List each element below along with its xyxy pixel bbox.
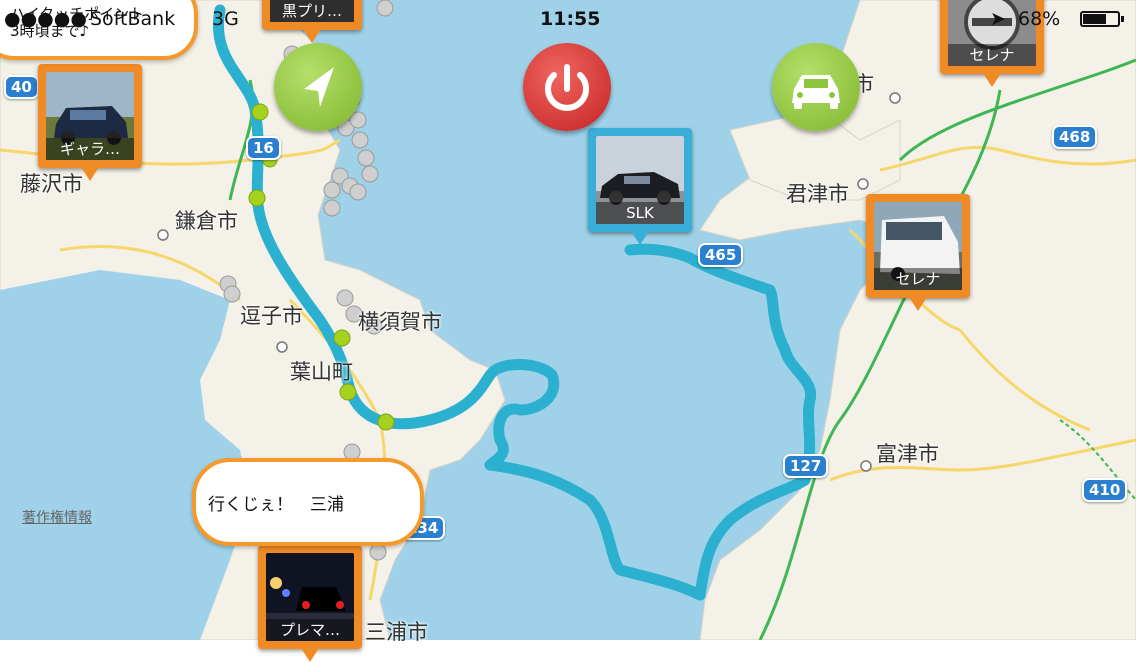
highway-shield-410: 410 xyxy=(1082,478,1128,502)
power-button[interactable] xyxy=(523,43,611,131)
battery-percent: 68% xyxy=(1018,8,1061,30)
car-mode-button[interactable] xyxy=(772,43,860,131)
car-pin-serena[interactable]: セレナ xyxy=(866,194,970,311)
power-icon xyxy=(545,64,589,111)
car-icon xyxy=(792,75,840,109)
signal-strength: ●●●●● xyxy=(4,8,87,30)
pin-tail xyxy=(81,167,99,181)
carrier-name: SoftBank xyxy=(90,8,176,30)
pin-tail xyxy=(301,648,319,662)
car-pin-premacy[interactable]: プレマ… xyxy=(258,545,362,662)
place-label-miura: 三浦市 xyxy=(365,620,428,644)
pin-tail xyxy=(631,231,649,245)
car-pin-caption: セレナ xyxy=(874,268,962,290)
highway-shield-468: 468 xyxy=(1052,125,1098,149)
clock: 11:55 xyxy=(540,8,601,30)
comment-bubble[interactable]: 行くじぇ！ 三浦 xyxy=(192,458,424,546)
place-label-zushi: 逗子市 xyxy=(240,304,303,328)
navigation-arrow-icon xyxy=(304,67,334,107)
car-pin-kuro-prius[interactable]: 黒プリ… xyxy=(262,0,362,43)
car-pin-gallant[interactable]: ギャラ… xyxy=(38,64,142,181)
highway-shield-40: 40 xyxy=(4,75,39,99)
car-pin-caption: プレマ… xyxy=(266,619,354,641)
place-label-futtsu: 富津市 xyxy=(876,442,939,466)
car-pin-caption: ギャラ… xyxy=(46,138,134,160)
place-label-fujisawa: 藤沢市 xyxy=(20,172,83,196)
pin-tail xyxy=(303,29,321,43)
network-type: 3G xyxy=(212,8,239,30)
car-pin-slk[interactable]: SLK xyxy=(588,128,692,245)
sea-sagami-bay xyxy=(0,270,250,640)
location-arrow-icon: ➤ xyxy=(990,8,1006,30)
battery-icon xyxy=(1080,11,1120,27)
place-label-kimitsu: 君津市 xyxy=(786,182,849,206)
attribution-link[interactable]: 著作権情報 xyxy=(22,507,92,527)
car-pin-caption: SLK xyxy=(596,202,684,224)
battery-tip xyxy=(1121,16,1124,22)
highway-shield-127: 127 xyxy=(783,454,829,478)
place-label-hayama: 葉山町 xyxy=(290,360,353,384)
car-pin-caption: 黒プリ… xyxy=(270,0,354,22)
car-pin-caption: セレナ xyxy=(948,44,1036,66)
place-label-yokosuka: 横須賀市 xyxy=(358,310,442,334)
highway-shield-16: 16 xyxy=(246,136,281,160)
comment-text: 行くじぇ！ 三浦 xyxy=(208,495,344,515)
navigate-button[interactable] xyxy=(274,43,362,131)
pin-tail xyxy=(909,297,927,311)
place-label-kamakura: 鎌倉市 xyxy=(175,209,238,233)
pin-tail xyxy=(983,73,1001,87)
highway-shield-465: 465 xyxy=(698,243,744,267)
